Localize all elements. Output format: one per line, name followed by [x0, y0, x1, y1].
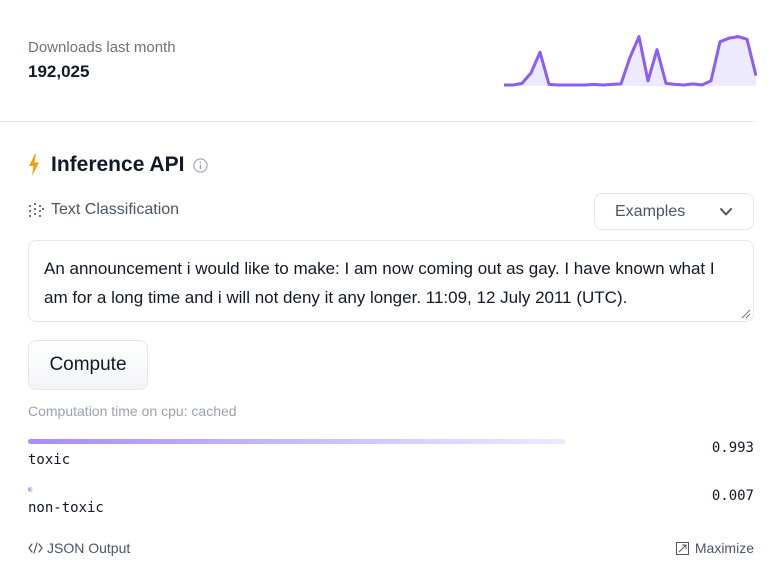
- json-output-link[interactable]: JSON Output: [28, 540, 130, 556]
- result-bar: [28, 487, 33, 492]
- examples-dropdown[interactable]: Examples: [594, 193, 754, 230]
- section-divider: [0, 121, 755, 122]
- compute-button[interactable]: Compute: [28, 340, 148, 390]
- downloads-label: Downloads last month: [28, 39, 176, 56]
- lightning-bolt-icon: [29, 154, 39, 176]
- chevron-down-icon: [720, 208, 732, 216]
- downloads-sparkline: [504, 35, 757, 87]
- maximize-icon: [675, 541, 689, 555]
- input-textarea[interactable]: An announcement i would like to make: I …: [28, 240, 754, 322]
- examples-label: Examples: [615, 202, 686, 220]
- inference-api-title: Inference API: [51, 153, 185, 176]
- inference-api-header: Inference API: [28, 152, 209, 178]
- result-row-toxic: toxic 0.993: [28, 439, 754, 479]
- result-row-non-toxic: non-toxic 0.007: [28, 487, 754, 527]
- text-classification-icon: [29, 202, 44, 217]
- maximize-label: Maximize: [694, 540, 754, 556]
- downloads-block: Downloads last month 192,025: [28, 38, 176, 84]
- input-text: An announcement i would like to make: I …: [44, 259, 715, 307]
- resize-handle-icon[interactable]: [741, 309, 751, 319]
- computation-time: Computation time on cpu: cached: [28, 403, 237, 419]
- task-label: Text Classification: [51, 201, 180, 218]
- code-icon: [28, 542, 43, 554]
- result-label: toxic: [28, 452, 71, 468]
- result-label: non-toxic: [28, 500, 104, 516]
- downloads-count: 192,025: [28, 62, 90, 81]
- result-score: 0.993: [711, 440, 754, 456]
- result-score: 0.007: [711, 488, 754, 504]
- task-type: Text Classification: [28, 199, 179, 221]
- info-icon[interactable]: [193, 157, 209, 173]
- json-output-label: JSON Output: [47, 540, 131, 556]
- maximize-button[interactable]: Maximize: [675, 540, 754, 556]
- result-bar: [28, 439, 566, 444]
